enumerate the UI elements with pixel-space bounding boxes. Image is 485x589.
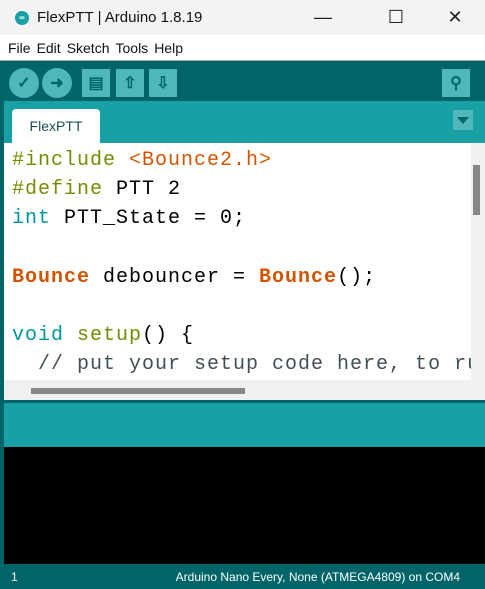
code-token: // put your setup code here, to run once… — [38, 353, 471, 377]
code-token: setup — [77, 324, 143, 348]
horizontal-scroll-thumb[interactable] — [31, 388, 245, 394]
menu-sketch[interactable]: Sketch — [67, 40, 110, 56]
serial-monitor-button[interactable]: ⚲ — [442, 69, 470, 97]
vertical-scroll-thumb[interactable] — [473, 165, 480, 215]
menu-file[interactable]: File — [8, 40, 31, 56]
code-line: void setup() { — [12, 321, 471, 350]
horizontal-scrollbar[interactable] — [4, 380, 471, 400]
code-token: debouncer = — [90, 265, 260, 289]
code-token: void — [12, 324, 65, 348]
arduino-logo-icon: ∞ — [15, 10, 29, 25]
message-area — [4, 400, 485, 447]
minimize-button[interactable]: — — [300, 0, 346, 35]
status-bar: 1 Arduino Nano Every, None (ATMEGA4809) … — [0, 564, 485, 589]
open-button[interactable]: ⇧ — [116, 69, 144, 97]
code-line: #define PTT 2 — [12, 175, 471, 204]
tab-strip: FlexPTT — [4, 101, 485, 143]
code-line: // put your setup code here, to run once… — [12, 350, 471, 379]
menu-bar: File Edit Sketch Tools Help — [0, 35, 485, 61]
new-button[interactable]: ▤ — [82, 69, 110, 97]
title-bar: ∞ FlexPTT | Arduino 1.8.19 — ☐ ✕ — [0, 0, 485, 35]
code-token: () { — [142, 324, 195, 348]
upload-button[interactable]: ➜ — [42, 68, 72, 98]
code-token: #include — [12, 149, 117, 172]
save-button[interactable]: ⇩ — [149, 69, 177, 97]
code-token: Bounce — [259, 265, 338, 289]
board-info: Arduino Nano Every, None (ATMEGA4809) on… — [175, 569, 460, 584]
close-button[interactable]: ✕ — [432, 0, 478, 35]
code-token: (); — [337, 265, 377, 289]
verify-button[interactable]: ✓ — [9, 68, 39, 98]
toolbar: ✓ ➜ ▤ ⇧ ⇩ ⚲ — [4, 61, 485, 101]
code-editor[interactable]: #include <Bounce2.h> #define PTT 2 int PTT… — [4, 143, 471, 380]
code-line: Bounce debouncer = Bounce(); — [12, 263, 471, 292]
code-token: PTT 2 — [103, 178, 182, 202]
menu-help[interactable]: Help — [154, 40, 183, 56]
maximize-button[interactable]: ☐ — [373, 0, 419, 35]
menu-tools[interactable]: Tools — [116, 40, 149, 56]
code-token: Bounce — [12, 265, 91, 289]
tab-flexptt[interactable]: FlexPTT — [12, 109, 100, 143]
code-token: int — [12, 207, 52, 231]
vertical-scrollbar[interactable] — [471, 143, 485, 400]
code-token: #define — [12, 178, 104, 202]
chevron-down-icon — [457, 116, 469, 124]
code-text[interactable]: #include <Bounce2.h> #define PTT 2 int PTT… — [12, 146, 471, 380]
tab-menu-button[interactable] — [453, 110, 473, 130]
code-line: int PTT_State = 0; — [12, 204, 471, 233]
code-token: PTT_State = 0; — [51, 207, 247, 231]
menu-edit[interactable]: Edit — [37, 40, 61, 56]
code-token: <Bounce2.h> — [129, 149, 273, 172]
console-output[interactable] — [4, 447, 485, 564]
line-number: 1 — [11, 569, 18, 584]
code-line: #include <Bounce2.h> — [12, 146, 471, 175]
window-title: FlexPTT | Arduino 1.8.19 — [37, 9, 203, 26]
